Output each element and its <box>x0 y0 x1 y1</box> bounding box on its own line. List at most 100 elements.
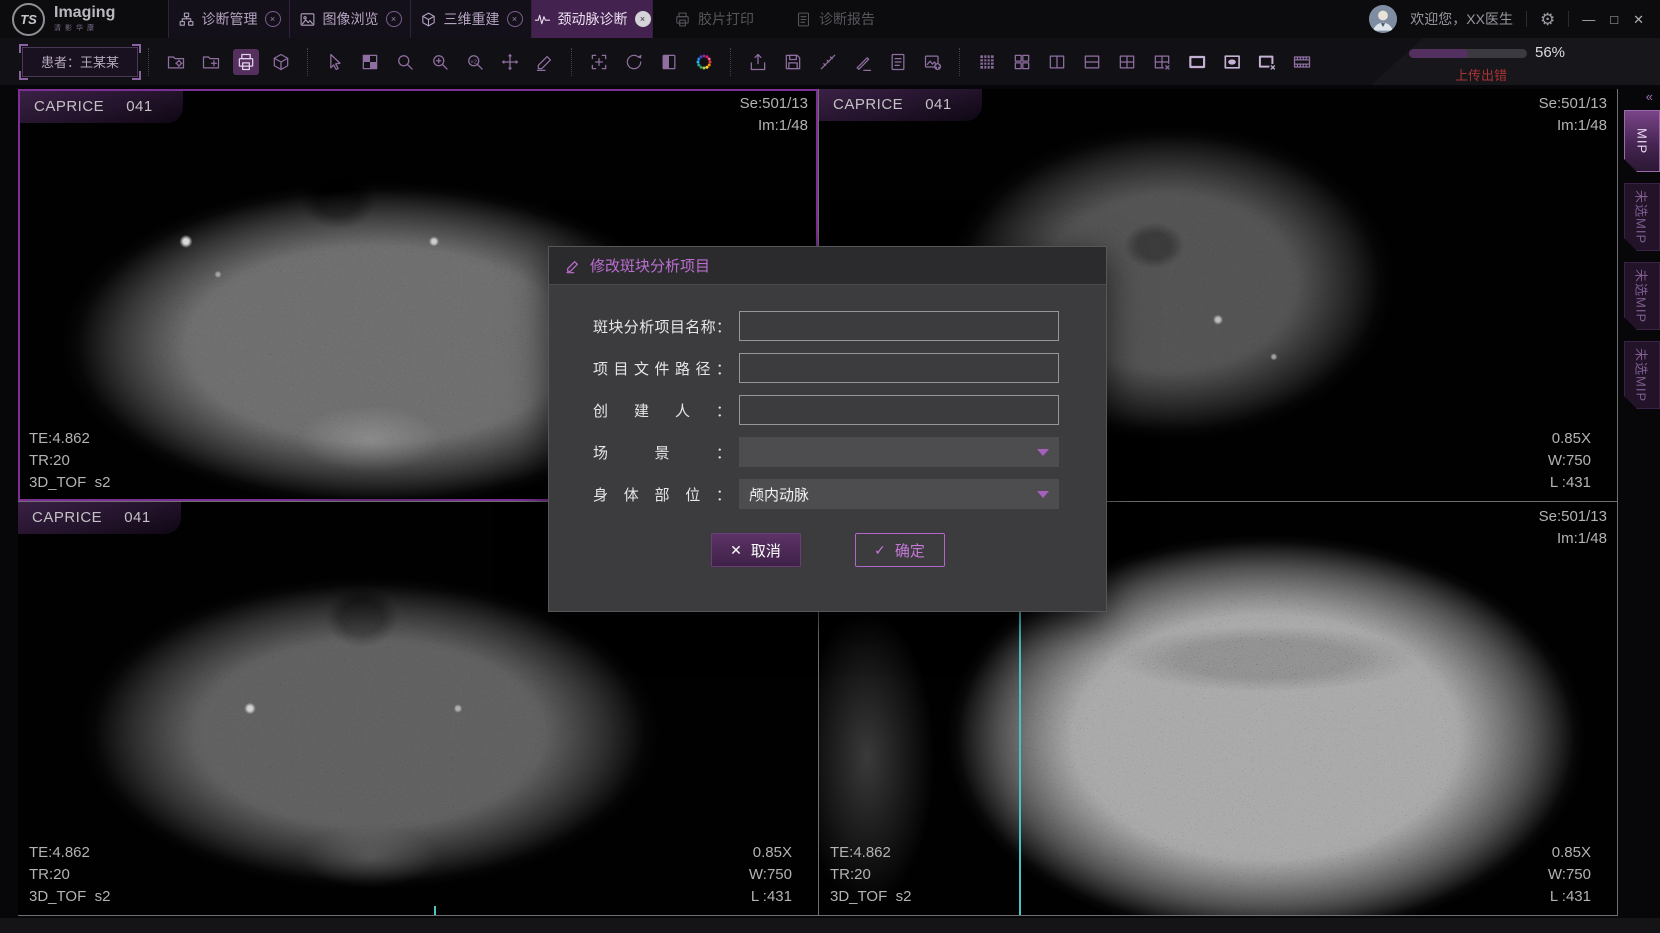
tab-close-icon[interactable]: × <box>635 11 651 27</box>
settings-gear-icon[interactable]: ⚙ <box>1540 11 1555 28</box>
creator-input[interactable] <box>739 395 1059 425</box>
measure-mark-icon <box>853 52 873 72</box>
pan-button[interactable] <box>497 49 523 75</box>
window-level-info: 0.85XW:750L :431 <box>1548 842 1591 908</box>
annotate-button[interactable] <box>532 49 558 75</box>
window-level-button[interactable] <box>656 49 682 75</box>
upload-panel: 56% 上传出错 <box>1371 38 1660 85</box>
layout-columns-button[interactable] <box>1044 49 1070 75</box>
body-part-select[interactable]: 颅内动脉 <box>739 479 1059 509</box>
field-row-creator: 创建人： <box>593 395 1106 425</box>
mip-tab-1[interactable]: MIP <box>1624 110 1660 172</box>
nav-tab-3[interactable]: 三维重建× <box>410 0 531 38</box>
series-tab: CAPRICE041 <box>18 502 181 534</box>
layout-grid-button[interactable] <box>974 49 1000 75</box>
overlay-remove-button[interactable] <box>1254 49 1280 75</box>
layout-quad-button[interactable] <box>1114 49 1140 75</box>
layout-quad-icon <box>1117 52 1137 72</box>
scene-select[interactable] <box>739 437 1059 467</box>
nav-tab-6[interactable]: 诊断报告 <box>774 0 895 38</box>
series-modality: CAPRICE <box>833 96 903 113</box>
avatar[interactable] <box>1369 5 1397 33</box>
series-number: 041 <box>124 509 151 526</box>
measure-mark-button[interactable] <box>850 49 876 75</box>
dialog-actions: ✕ 取消 ✓ 确定 <box>549 533 1106 567</box>
brand-logo-icon: TS <box>12 3 45 36</box>
mip-tab-label: 未选MIP <box>1633 269 1652 323</box>
mip-tab-3[interactable]: 未选MIP <box>1624 262 1660 330</box>
window-level-info: 0.85XW:750L :431 <box>749 842 792 908</box>
filmstrip-button[interactable] <box>1289 49 1315 75</box>
waveform-icon <box>534 11 551 28</box>
toolbar-divider <box>730 48 732 76</box>
maximize-button[interactable]: □ <box>1610 13 1618 26</box>
overlay-ellipse-button[interactable] <box>1219 49 1245 75</box>
collapse-rail-icon[interactable]: « <box>1620 89 1660 104</box>
zoom-in-button[interactable] <box>427 49 453 75</box>
tab-close-icon[interactable]: × <box>507 11 523 27</box>
nav-tab-4[interactable]: 颈动脉诊断× <box>531 0 653 38</box>
print-button[interactable] <box>233 49 259 75</box>
save-button[interactable] <box>780 49 806 75</box>
confirm-button[interactable]: ✓ 确定 <box>855 533 945 567</box>
overlay-te: TE:4.862 <box>29 842 110 864</box>
layout-remove-button[interactable] <box>1149 49 1175 75</box>
magnifier-button[interactable] <box>392 49 418 75</box>
series-number: 041 <box>126 98 153 115</box>
project-file-path-label: 项目文件路径： <box>593 358 731 379</box>
dialog-titlebar: 修改斑块分析项目 <box>549 247 1106 285</box>
report-doc-button[interactable] <box>885 49 911 75</box>
series-image-info: Se:501/13Im:1/48 <box>740 93 808 137</box>
field-row-plaque-project-name: 斑块分析项目名称： <box>593 311 1106 341</box>
patient-chip[interactable]: 患者：王某某 <box>22 47 138 77</box>
close-button[interactable]: ✕ <box>1633 13 1644 26</box>
plaque-project-name-input[interactable] <box>739 311 1059 341</box>
export-button[interactable] <box>745 49 771 75</box>
nav-tab-5[interactable]: 胶片打印 <box>653 0 774 38</box>
open-study-button[interactable] <box>163 49 189 75</box>
cursor-button[interactable] <box>322 49 348 75</box>
mip-tab-4[interactable]: 未选MIP <box>1624 341 1660 409</box>
upload-progress-fill <box>1409 49 1468 58</box>
minimize-button[interactable]: — <box>1582 13 1595 26</box>
rotate-3d-button[interactable] <box>621 49 647 75</box>
nav-tab-label: 诊断报告 <box>819 9 875 29</box>
layout-2x2-button[interactable] <box>1009 49 1035 75</box>
nav-tab-1[interactable]: 诊断管理× <box>168 0 289 38</box>
field-row-scene: 场景： <box>593 437 1106 467</box>
nav-tab-2[interactable]: 图像浏览× <box>289 0 410 38</box>
image-icon <box>299 11 316 28</box>
color-wheel-icon <box>694 52 714 72</box>
color-wheel-button[interactable] <box>691 49 717 75</box>
project-file-path-input[interactable] <box>739 353 1059 383</box>
volume-3d-button[interactable] <box>268 49 294 75</box>
titlebar: TS Imaging 清影华康 诊断管理×图像浏览×三维重建×颈动脉诊断×胶片打… <box>0 0 1660 38</box>
scene-label: 场景： <box>593 442 731 463</box>
svg-text:×2: ×2 <box>470 59 477 65</box>
sitemap-icon <box>178 11 195 28</box>
measure-line-button[interactable] <box>815 49 841 75</box>
doctor-photo-icon <box>1369 5 1397 33</box>
overlay-scale: 0.85X <box>749 842 792 864</box>
cancel-button[interactable]: ✕ 取消 <box>711 533 801 567</box>
mip-tab-label: MIP <box>1635 128 1650 154</box>
mip-tab-2[interactable]: 未选MIP <box>1624 183 1660 251</box>
report-doc-icon <box>888 52 908 72</box>
add-study-button[interactable] <box>198 49 224 75</box>
frame-add-button[interactable] <box>586 49 612 75</box>
zoom-2x-button[interactable]: ×2 <box>462 49 488 75</box>
layout-rows-button[interactable] <box>1079 49 1105 75</box>
welcome-text: 欢迎您，XX医生 <box>1410 9 1513 29</box>
overlay-scale: 0.85X <box>1548 428 1591 450</box>
acquisition-info: TE:4.862TR:203D_TOF s2 <box>29 842 110 908</box>
overlay-rect-button[interactable] <box>1184 49 1210 75</box>
toolbar-divider <box>571 48 573 76</box>
image-export-button[interactable] <box>920 49 946 75</box>
volume-3d-icon <box>271 52 291 72</box>
window-preset-icon <box>360 52 380 72</box>
window-preset-button[interactable] <box>357 49 383 75</box>
annotate-icon <box>535 52 555 72</box>
tab-close-icon[interactable]: × <box>265 11 281 27</box>
tab-close-icon[interactable]: × <box>386 11 402 27</box>
overlay-se: Se:501/13 <box>1539 506 1607 528</box>
